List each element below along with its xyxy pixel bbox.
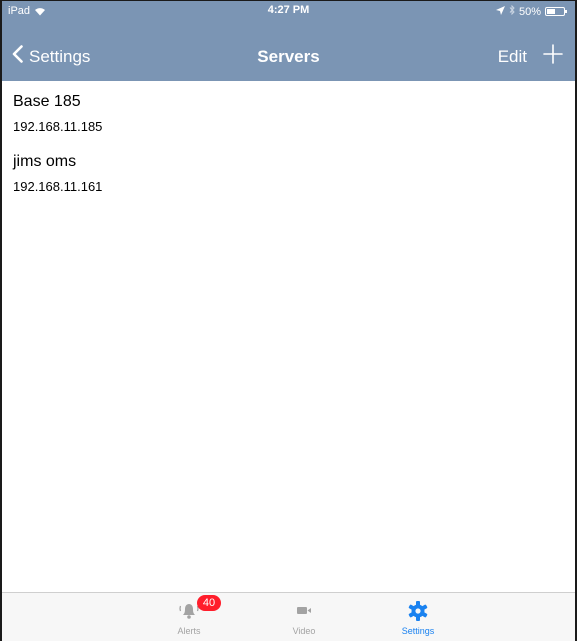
tab-label: Video [292, 626, 316, 636]
server-address: 192.168.11.185 [13, 119, 103, 134]
battery-cap [565, 10, 567, 13]
server-name: Base 185 [13, 93, 81, 110]
status-time: 4:27 PM [267, 4, 310, 16]
header: iPad 4:27 PM 50% Settings Servers Edit [2, 1, 575, 81]
plus-icon [543, 44, 563, 64]
status-bar: iPad 4:27 PM 50% [2, 1, 575, 21]
server-list: Base 185 192.168.11.185 jims oms 192.168… [2, 81, 575, 201]
server-address: 192.168.11.161 [13, 179, 103, 194]
tab-label: Settings [401, 626, 435, 636]
server-item[interactable]: Base 185 192.168.11.185 [2, 81, 575, 141]
battery-percent: 50% [518, 5, 541, 18]
battery-icon [545, 7, 567, 16]
tab-label: Alerts [177, 626, 201, 636]
tab-video[interactable]: Video [264, 593, 344, 641]
server-item[interactable]: jims oms 192.168.11.161 [2, 141, 575, 201]
alerts-badge: 40 [197, 595, 221, 611]
tab-icon-container [264, 600, 344, 620]
app-window: iPad 4:27 PM 50% Settings Servers Edit B… [0, 0, 577, 641]
page-title: Servers [257, 47, 320, 66]
location-arrow-icon [495, 5, 505, 18]
server-name: jims oms [13, 153, 77, 170]
tab-alerts[interactable]: 40 Alerts [149, 593, 229, 641]
status-right: 50% [495, 4, 567, 18]
tab-icon-container [378, 600, 458, 621]
bluetooth-icon [509, 4, 515, 18]
tab-bar: 40 Alerts Video Settings [2, 592, 575, 641]
edit-button[interactable]: Edit [498, 47, 527, 67]
gear-icon [407, 600, 429, 621]
tab-settings[interactable]: Settings [378, 593, 458, 641]
battery-fill [547, 9, 555, 14]
video-camera-icon [294, 600, 314, 620]
nav-bar: Settings Servers Edit [2, 37, 575, 75]
add-button[interactable] [543, 44, 563, 64]
